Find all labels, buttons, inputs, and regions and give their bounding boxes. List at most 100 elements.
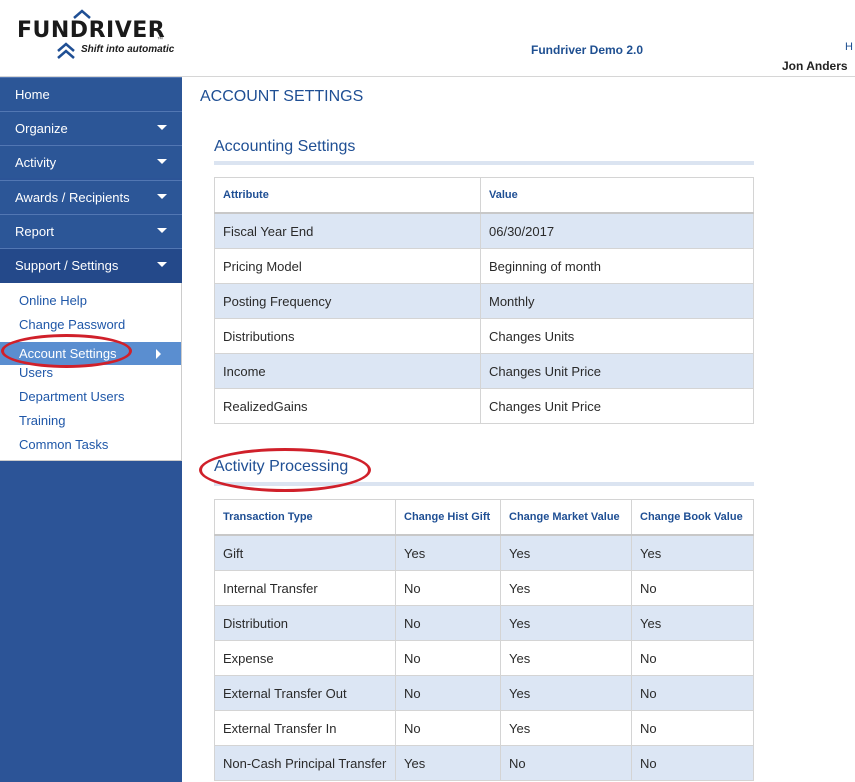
- table-cell: Posting Frequency: [214, 283, 481, 319]
- table-row: Posting Frequency Monthly: [214, 283, 754, 319]
- column-header[interactable]: Transaction Type: [214, 499, 396, 536]
- table-cell: Internal Transfer: [214, 570, 396, 606]
- submenu-department-users[interactable]: Department Users: [19, 389, 124, 404]
- nav-item-support-settings[interactable]: Support / Settings: [0, 248, 182, 283]
- table-cell: No: [395, 640, 501, 676]
- caret-down-icon: [157, 228, 167, 233]
- column-header[interactable]: Value: [480, 177, 754, 214]
- help-link[interactable]: H: [845, 41, 853, 53]
- nav-item-awards-recipients[interactable]: Awards / Recipients: [0, 180, 182, 213]
- table-cell: Expense: [214, 640, 396, 676]
- table-row: Distributions Changes Units: [214, 318, 754, 354]
- table-cell: Yes: [631, 605, 754, 641]
- table-cell: Beginning of month: [480, 248, 754, 284]
- table-cell: External Transfer Out: [214, 675, 396, 711]
- activity-processing-table: Transaction Type Change Hist Gift Change…: [214, 499, 754, 781]
- table-cell: External Transfer In: [214, 710, 396, 746]
- accounting-settings-table: Attribute Value Fiscal Year End 06/30/20…: [214, 177, 754, 424]
- activity-processing-title: Activity Processing: [214, 458, 349, 475]
- table-cell: No: [500, 745, 632, 781]
- page-title: ACCOUNT SETTINGS: [200, 88, 364, 105]
- caret-down-icon: [157, 262, 167, 267]
- submenu-online-help[interactable]: Online Help: [19, 293, 87, 308]
- fundriver-logo[interactable]: FUNDRIVER ™ Shift into automatic: [17, 8, 197, 66]
- table-cell: Distributions: [214, 318, 481, 354]
- caret-down-icon: [157, 194, 167, 199]
- section-divider: [214, 161, 754, 165]
- table-row: Income Changes Unit Price: [214, 353, 754, 389]
- nav-item-label: Home: [15, 87, 50, 102]
- table-cell: Income: [214, 353, 481, 389]
- table-cell: No: [631, 745, 754, 781]
- table-row: Non-Cash Principal Transfer Yes No No: [214, 745, 754, 781]
- table-cell: Gift: [214, 534, 396, 571]
- logo-brand: FUNDRIVER: [17, 18, 166, 43]
- table-cell: No: [631, 640, 754, 676]
- table-cell: No: [631, 570, 754, 606]
- table-cell: Changes Units: [480, 318, 754, 354]
- table-cell: Distribution: [214, 605, 396, 641]
- table-cell: Yes: [500, 640, 632, 676]
- app-header: FUNDRIVER ™ Shift into automatic Fundriv…: [0, 0, 855, 77]
- column-header[interactable]: Attribute: [214, 177, 481, 214]
- table-row: Internal Transfer No Yes No: [214, 570, 754, 606]
- table-row: Pricing Model Beginning of month: [214, 248, 754, 284]
- table-row: Fiscal Year End 06/30/2017: [214, 212, 754, 249]
- submenu-change-password[interactable]: Change Password: [19, 317, 125, 332]
- table-row: Distribution No Yes Yes: [214, 605, 754, 641]
- table-row: External Transfer Out No Yes No: [214, 675, 754, 711]
- table-cell: Yes: [500, 710, 632, 746]
- table-cell: No: [395, 605, 501, 641]
- table-cell: Changes Unit Price: [480, 353, 754, 389]
- table-row: RealizedGains Changes Unit Price: [214, 388, 754, 424]
- table-header-row: Attribute Value: [214, 177, 754, 214]
- submenu-training[interactable]: Training: [19, 413, 65, 428]
- logo-double-chevron-icon: [57, 42, 75, 59]
- nav-item-label: Organize: [15, 121, 68, 136]
- table-cell: Non-Cash Principal Transfer: [214, 745, 396, 781]
- table-cell: Yes: [631, 534, 754, 571]
- submenu-account-settings[interactable]: Account Settings: [0, 342, 181, 365]
- table-row: Expense No Yes No: [214, 640, 754, 676]
- nav-item-label: Support / Settings: [15, 258, 119, 273]
- table-cell: Yes: [500, 534, 632, 571]
- submenu-item-label: Account Settings: [19, 346, 117, 361]
- column-header[interactable]: Change Hist Gift: [395, 499, 501, 536]
- caret-down-icon: [157, 159, 167, 164]
- submenu-common-tasks[interactable]: Common Tasks: [19, 437, 108, 452]
- table-cell: Yes: [500, 605, 632, 641]
- section-divider: [214, 482, 754, 486]
- table-cell: Fiscal Year End: [214, 212, 481, 249]
- nav-item-activity[interactable]: Activity: [0, 145, 182, 178]
- table-cell: Yes: [395, 534, 501, 571]
- app-title: Fundriver Demo 2.0: [531, 43, 644, 57]
- table-cell: No: [395, 710, 501, 746]
- nav-item-label: Report: [15, 224, 55, 239]
- support-settings-submenu: Online Help Change Password Account Sett…: [0, 283, 182, 461]
- table-row: Gift Yes Yes Yes: [214, 534, 754, 571]
- nav-item-organize[interactable]: Organize: [0, 111, 182, 144]
- table-cell: No: [631, 675, 754, 711]
- table-header-row: Transaction Type Change Hist Gift Change…: [214, 499, 754, 536]
- user-name[interactable]: Jon Anders: [782, 59, 848, 73]
- table-cell: Yes: [395, 745, 501, 781]
- table-cell: RealizedGains: [214, 388, 481, 424]
- nav-item-report[interactable]: Report: [0, 214, 182, 247]
- nav-item-home[interactable]: Home: [0, 77, 182, 110]
- table-cell: Changes Unit Price: [480, 388, 754, 424]
- table-cell: 06/30/2017: [480, 212, 754, 249]
- submenu-users[interactable]: Users: [19, 365, 53, 380]
- table-cell: No: [395, 570, 501, 606]
- column-header[interactable]: Change Book Value: [631, 499, 754, 536]
- column-header[interactable]: Change Market Value: [500, 499, 632, 536]
- logo-tagline: Shift into automatic: [81, 44, 175, 55]
- nav-item-label: Awards / Recipients: [15, 190, 130, 205]
- logo-trademark: ™: [157, 37, 163, 43]
- table-cell: No: [395, 675, 501, 711]
- table-cell: Monthly: [480, 283, 754, 319]
- accounting-settings-title: Accounting Settings: [214, 138, 356, 155]
- table-cell: Yes: [500, 570, 632, 606]
- main-content: ACCOUNT SETTINGS Accounting Settings Att…: [182, 77, 855, 782]
- table-row: External Transfer In No Yes No: [214, 710, 754, 746]
- caret-right-icon: [156, 349, 161, 359]
